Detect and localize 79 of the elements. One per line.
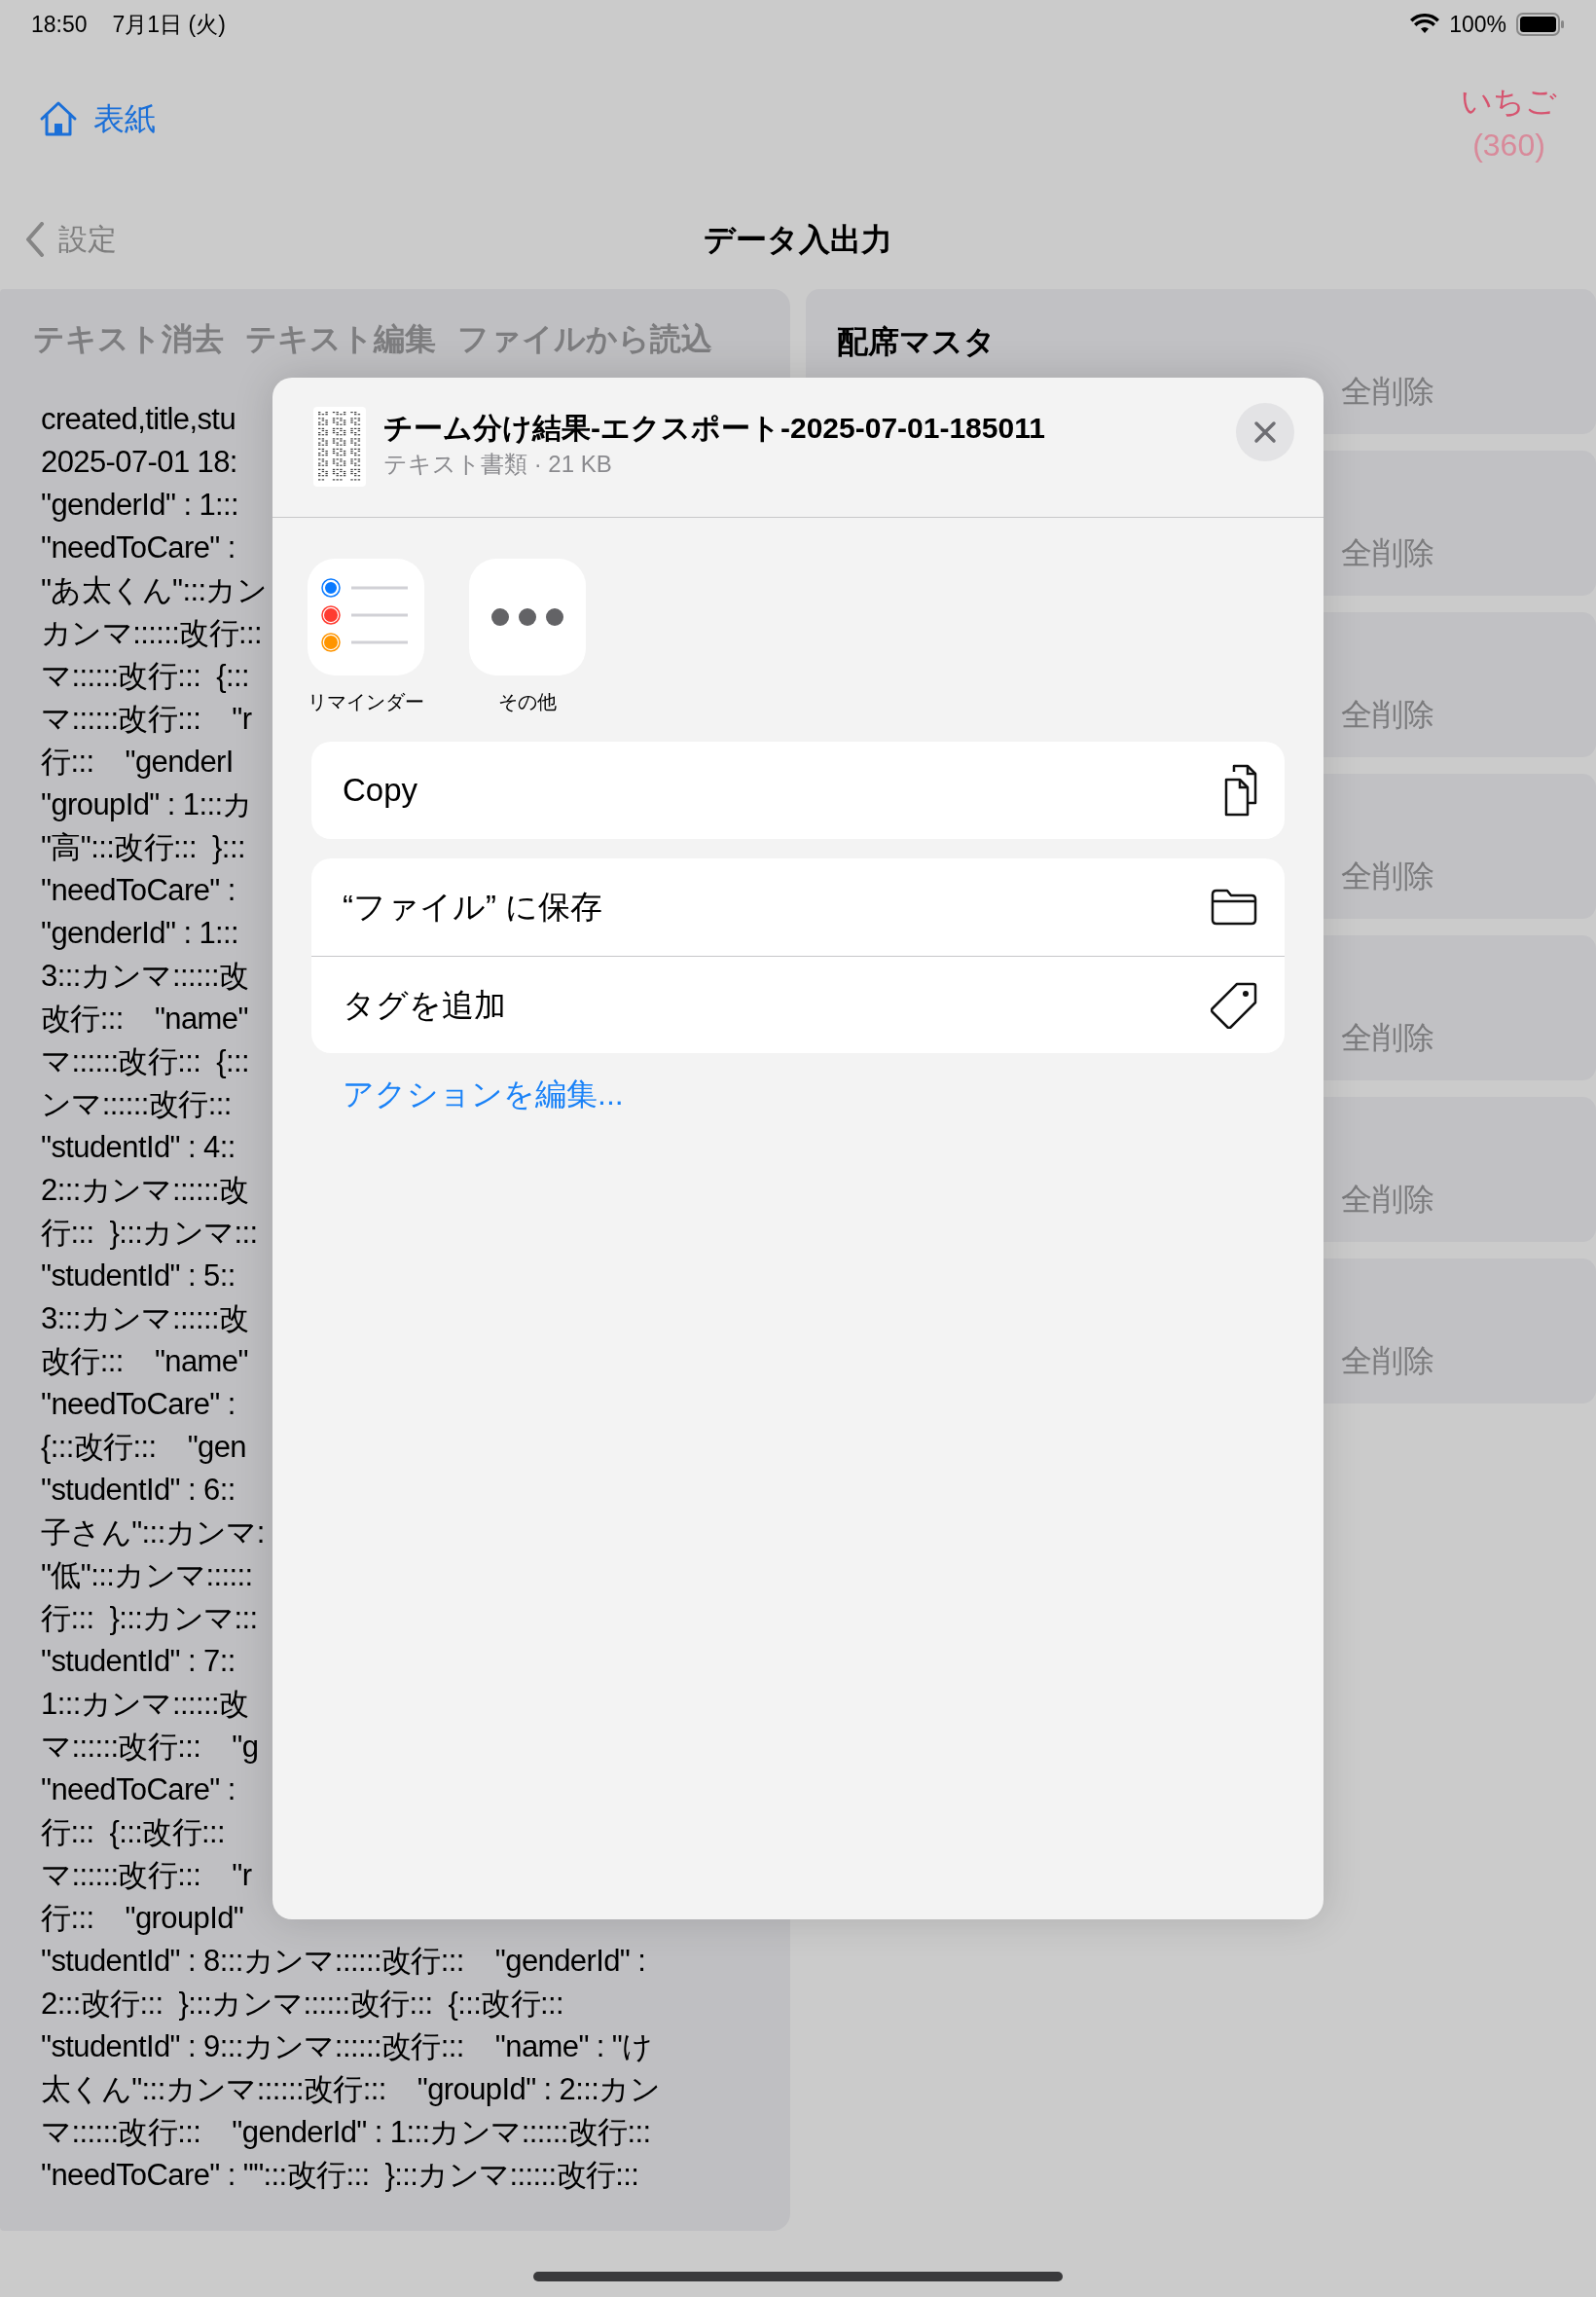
reminders-icon xyxy=(308,559,424,675)
share-app-button[interactable]: リマインダー xyxy=(306,559,426,742)
text-line: "studentId" : 4:: xyxy=(41,1129,236,1166)
wifi-icon xyxy=(1410,14,1440,35)
delete-all-button[interactable]: 全削除 xyxy=(1341,1176,1434,1222)
edit-actions-link[interactable]: アクションを編集... xyxy=(343,1076,624,1112)
battery-percent: 100% xyxy=(1449,10,1506,39)
text-line: マ::::::改行::: {::: xyxy=(41,658,250,695)
text-line: 太くん":::カンマ::::::改行::: "groupId" : 2:::カン xyxy=(41,2071,661,2108)
status-date: 7月1日 (火) xyxy=(112,10,226,39)
file-name: チーム分け結果-エクスポート-2025-07-01-185011 xyxy=(383,411,1045,446)
text-line: "studentId" : 8:::カンマ::::::改行::: "genderId" : xyxy=(41,1943,646,1980)
text-line: マ::::::改行::: {::: xyxy=(41,1043,250,1080)
text-line: "genderId" : 1::: xyxy=(41,915,239,952)
text-line: "genderId" : 1::: xyxy=(41,487,239,524)
text-line: "studentId" : 6:: xyxy=(41,1472,236,1509)
text-line: 2:::改行::: }:::カンマ::::::改行::: {:::改行::: xyxy=(41,1986,564,2023)
text-line: マ::::::改行::: "r xyxy=(41,1857,252,1894)
action-row[interactable]: Copy xyxy=(311,742,1285,839)
text-line: 行::: }:::カンマ::: xyxy=(41,1600,258,1637)
text-line: created,title,stu xyxy=(41,401,236,438)
text-line: マ::::::改行::: "genderId" : 1:::カンマ::::::改行::: xyxy=(41,2114,651,2151)
text-line: 子さん":::カンマ: xyxy=(41,1514,265,1551)
folder-icon xyxy=(1211,889,1257,926)
delete-all-button[interactable]: 全削除 xyxy=(1341,691,1434,738)
tag-icon xyxy=(1211,981,1257,1029)
delete-all-button[interactable]: 全削除 xyxy=(1341,529,1434,576)
battery-icon xyxy=(1516,13,1565,36)
close-icon xyxy=(1253,420,1277,444)
text-line: 行::: }:::カンマ::: xyxy=(41,1215,258,1252)
text-line: "groupId" : 1:::カ xyxy=(41,786,253,823)
page-title: データ入出力 xyxy=(704,220,892,259)
delete-all-button[interactable]: 全削除 xyxy=(1341,1337,1434,1384)
text-line: "needToCare" : xyxy=(41,1386,236,1423)
text-line: カンマ::::::改行::: xyxy=(41,615,263,652)
text-line: 3:::カンマ::::::改 xyxy=(41,958,249,995)
text-line: ンマ::::::改行::: xyxy=(41,1086,232,1123)
text-line: 行::: "groupId" xyxy=(41,1900,244,1937)
share-app-button[interactable]: その他 xyxy=(467,559,588,742)
text-line: マ::::::改行::: "r xyxy=(41,701,252,738)
text-line: "低":::カンマ:::::: xyxy=(41,1557,253,1594)
delete-all-button[interactable]: 全削除 xyxy=(1341,368,1434,415)
chevron-left-icon xyxy=(25,221,45,257)
toolbar-button[interactable]: テキスト編集 xyxy=(245,315,436,362)
text-line: "studentId" : 5:: xyxy=(41,1258,236,1294)
copy-icon xyxy=(1224,764,1257,817)
toolbar-button[interactable]: テキスト消去 xyxy=(33,315,224,362)
delete-all-button[interactable]: 全削除 xyxy=(1341,853,1434,899)
text-line: "studentId" : 7:: xyxy=(41,1643,236,1680)
text-line: "あ太くん":::カン xyxy=(41,572,268,609)
text-line: 3:::カンマ::::::改 xyxy=(41,1300,249,1337)
toolbar-button[interactable]: ファイルから読込 xyxy=(457,315,712,362)
text-line: "needToCare" : xyxy=(41,529,236,566)
home-link[interactable]: 表紙 xyxy=(39,97,156,140)
text-line: "studentId" : 9:::カンマ::::::改行::: "name" : "け xyxy=(41,2028,653,2065)
text-line: 改行::: "name" xyxy=(41,1001,248,1038)
text-line: 行::: {:::改行::: xyxy=(41,1814,226,1851)
user-count: (360) xyxy=(1472,127,1545,164)
text-line: 2:::カンマ::::::改 xyxy=(41,1172,249,1209)
text-line: "高":::改行::: }::: xyxy=(41,829,245,866)
text-line: "needToCare" : xyxy=(41,1771,236,1808)
section-title: 配席マスタ xyxy=(837,323,996,361)
text-line: "needToCare" : xyxy=(41,872,236,909)
delete-all-button[interactable]: 全削除 xyxy=(1341,1014,1434,1061)
home-icon xyxy=(39,100,78,137)
text-line: マ::::::改行::: "g xyxy=(41,1729,259,1766)
text-line: 1:::カンマ::::::改 xyxy=(41,1686,249,1723)
text-line: {:::改行::: "gen xyxy=(41,1429,246,1466)
text-line: 改行::: "name" xyxy=(41,1343,248,1380)
more-icon xyxy=(469,559,586,675)
user-name: いちご xyxy=(1461,83,1557,121)
text-line: 2025-07-01 18: xyxy=(41,444,237,481)
status-time: 18:50 xyxy=(31,10,88,39)
action-row[interactable]: タグを追加 xyxy=(311,956,1285,1053)
back-button[interactable]: 設定 xyxy=(25,217,117,267)
text-line: 行::: "genderI xyxy=(41,744,234,781)
text-line: "needToCare" : "":::改行::: }:::カンマ::::::改行::: xyxy=(41,2157,639,2194)
action-row[interactable]: “ファイル” に保存 xyxy=(311,858,1285,956)
file-info: テキスト書類 · 21 KB xyxy=(383,450,612,479)
